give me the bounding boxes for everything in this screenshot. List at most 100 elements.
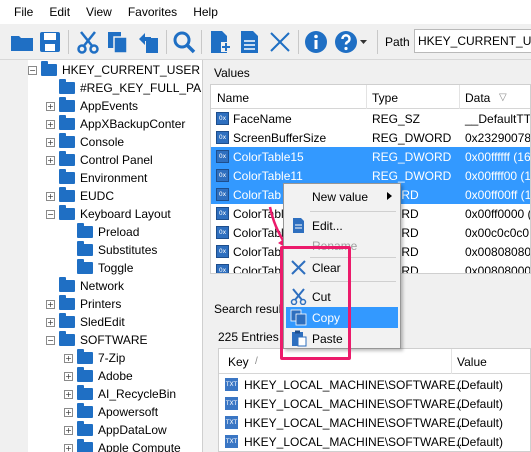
folder-icon <box>77 349 93 364</box>
toolbar-separator <box>68 30 69 54</box>
collapse-icon[interactable]: − <box>28 65 37 75</box>
tree-item[interactable]: Network <box>46 277 124 295</box>
tree-item[interactable]: Substitutes <box>64 241 157 259</box>
result-value: (Default) <box>457 435 504 449</box>
collapse-icon[interactable]: − <box>46 209 55 219</box>
value-row[interactable]: 0x FaceName REG_SZ __DefaultTTF <box>211 109 530 128</box>
expand-icon[interactable]: + <box>46 119 55 129</box>
expand-icon[interactable]: + <box>46 101 55 111</box>
expand-icon[interactable]: + <box>46 137 55 147</box>
tree-item[interactable]: +7-Zip <box>64 349 125 367</box>
expand-icon[interactable]: + <box>46 299 55 309</box>
help-icon[interactable] <box>332 28 360 56</box>
tree-item[interactable]: + AppDataLow <box>64 421 167 439</box>
tree-item[interactable]: + AppEvents <box>46 97 138 115</box>
tree-item[interactable]: Toggle <box>64 259 133 277</box>
value-name: ColorTable11 <box>233 169 303 183</box>
folder-icon <box>77 241 93 256</box>
column-divider[interactable] <box>366 85 367 109</box>
new-value-icon[interactable] <box>236 28 264 56</box>
cut-icon[interactable] <box>74 28 102 56</box>
folder-icon <box>77 421 93 436</box>
menu-file[interactable]: File <box>6 5 41 19</box>
search-result-row[interactable]: TXT HKEY_LOCAL_MACHINE\SOFTWARE... (Defaul… <box>219 413 530 432</box>
text-value-icon: TXT <box>225 397 238 410</box>
menu-edit[interactable]: Edit <box>41 5 78 19</box>
tree-item[interactable]: − HKEY_CURRENT_USER <box>28 61 200 79</box>
tree-item[interactable]: + Console <box>46 133 124 151</box>
tree-item[interactable]: + Apple Compute <box>64 439 181 452</box>
menu-view[interactable]: View <box>78 5 120 19</box>
registry-tree[interactable]: − HKEY_CURRENT_USER #REG_KEY_FULL_PA + AppEv… <box>0 60 203 452</box>
menu-favorites[interactable]: Favorites <box>120 5 185 19</box>
context-menu-edit[interactable]: Edit... <box>286 215 398 236</box>
value-data: 0x00ffff00 (16 <box>465 169 531 183</box>
tree-item[interactable]: + SledEdit <box>46 313 125 331</box>
path-input[interactable]: HKEY_CURRENT_USER <box>414 29 531 53</box>
submenu-arrow-icon <box>387 192 392 200</box>
column-header-value[interactable]: Value <box>457 355 487 369</box>
expand-icon[interactable]: + <box>64 389 73 399</box>
result-value: (Default) <box>457 378 504 392</box>
expand-icon[interactable]: + <box>64 353 73 363</box>
open-folder-icon[interactable] <box>8 28 36 56</box>
folder-icon <box>59 313 75 328</box>
search-result-row[interactable]: TXT HKEY_LOCAL_MACHINE\SOFTWARE... (Defaul… <box>219 432 530 451</box>
collapse-icon[interactable]: − <box>46 335 55 345</box>
new-key-icon[interactable] <box>206 28 234 56</box>
result-value: (Default) <box>457 397 504 411</box>
tree-item[interactable]: + Control Panel <box>46 151 153 169</box>
expand-icon[interactable]: + <box>46 155 55 165</box>
tree-item-label: AppEvents <box>80 99 139 113</box>
expand-icon[interactable]: + <box>46 191 55 201</box>
tree-item[interactable]: #REG_KEY_FULL_PA <box>46 79 201 97</box>
copy-icon[interactable] <box>104 28 132 56</box>
column-header-type[interactable]: Type <box>372 91 398 105</box>
tree-item[interactable]: − Keyboard Layout <box>46 205 171 223</box>
expand-icon[interactable]: + <box>64 407 73 417</box>
menu-help[interactable]: Help <box>185 5 226 19</box>
expand-icon[interactable]: + <box>46 317 55 327</box>
tree-item-label: AI_RecycleBin <box>98 387 177 401</box>
tree-item-label: Preload <box>98 225 140 239</box>
tree-item[interactable]: Environment <box>46 169 147 187</box>
info-icon[interactable] <box>302 28 330 56</box>
toolbar: Path HKEY_CURRENT_USER <box>0 24 531 60</box>
tree-item[interactable]: + AI_RecycleBin <box>64 385 176 403</box>
value-row[interactable]: 0x ScreenBufferSize REG_DWORD 0x23290078 ( <box>211 128 531 147</box>
context-menu-new-value[interactable]: New value <box>286 186 398 207</box>
column-header-data[interactable]: Data <box>465 91 490 105</box>
search-result-row[interactable]: TXT HKEY_LOCAL_MACHINE\SOFTWARE... (Defaul… <box>219 375 530 394</box>
tree-item[interactable]: + EUDC <box>46 187 114 205</box>
tree-item[interactable]: − SOFTWARE <box>46 331 148 349</box>
tree-item[interactable]: + Apowersoft <box>64 403 158 421</box>
delete-icon[interactable] <box>266 28 294 56</box>
column-divider[interactable] <box>459 85 460 109</box>
search-result-row[interactable]: TXT HKEY_LOCAL_MACHINE\SOFTWARE... (Defaul… <box>219 394 530 413</box>
tree-item[interactable]: + Printers <box>46 295 121 313</box>
tree-item[interactable]: + AppXBackupConter <box>46 115 185 133</box>
result-key: HKEY_LOCAL_MACHINE\SOFTWARE... <box>244 378 466 392</box>
value-data: 0x23290078 ( <box>465 131 531 145</box>
tree-item-label: SOFTWARE <box>80 333 148 347</box>
expand-icon[interactable]: + <box>64 443 73 452</box>
column-header-key[interactable]: Key <box>228 355 249 369</box>
save-icon[interactable] <box>36 28 64 56</box>
paste-icon[interactable] <box>134 28 162 56</box>
help-dropdown-arrow-icon[interactable] <box>358 28 370 56</box>
expand-icon[interactable]: + <box>64 425 73 435</box>
expand-icon[interactable]: + <box>64 371 73 381</box>
search-results-grid[interactable]: Key / Value TXT HKEY_LOCAL_MACHINE\SOFTWA… <box>218 348 531 452</box>
reg-binary-icon: 0x <box>216 188 229 201</box>
toolbar-separator <box>166 30 167 54</box>
tree-item[interactable]: + Adobe <box>64 367 133 385</box>
column-divider[interactable] <box>451 349 452 374</box>
value-name: ColorTabl <box>233 264 284 274</box>
value-name: ColorTab <box>233 188 282 202</box>
tree-item[interactable]: Preload <box>64 223 139 241</box>
column-header-name[interactable]: Name <box>217 91 249 105</box>
search-icon[interactable] <box>170 28 198 56</box>
folder-icon <box>77 439 93 452</box>
value-row[interactable]: 0x ColorTable15 REG_DWORD 0x00ffffff (16 <box>211 147 530 166</box>
